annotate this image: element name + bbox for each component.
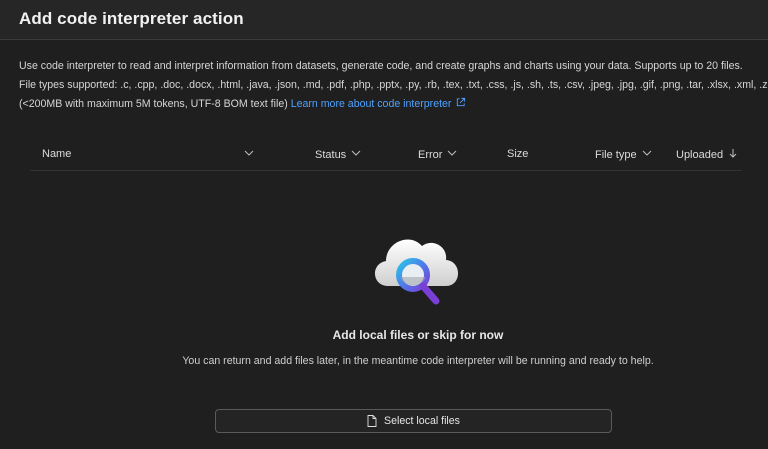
column-error-label: Error xyxy=(418,149,443,161)
column-uploaded-label: Uploaded xyxy=(676,149,724,161)
empty-state-subtitle: You can return and add files later, in t… xyxy=(182,355,654,367)
table-header: Name Status Error Size File type Uploade… xyxy=(30,140,742,171)
chevron-down-icon[interactable] xyxy=(244,148,254,158)
description-line-2: File types supported: .c, .cpp, .doc, .d… xyxy=(19,79,768,91)
description-line-1: Use code interpreter to read and interpr… xyxy=(19,60,743,72)
dialog-header: Add code interpreter action xyxy=(0,0,768,40)
select-local-files-label: Select local files xyxy=(384,415,460,427)
learn-more-link[interactable]: Learn more about code interpreter xyxy=(291,98,452,110)
dialog-title: Add code interpreter action xyxy=(19,9,244,28)
size-limit-text: (<200MB with maximum 5M tokens, UTF-8 BO… xyxy=(19,98,288,110)
chevron-down-icon xyxy=(642,150,651,156)
cloud-search-icon xyxy=(374,239,458,305)
column-name-label: Name xyxy=(42,148,72,160)
description-line-3: (<200MB with maximum 5M tokens, UTF-8 BO… xyxy=(19,95,759,114)
column-header-file-type[interactable]: File type xyxy=(595,148,652,161)
document-icon xyxy=(367,415,377,427)
description: Use code interpreter to read and interpr… xyxy=(19,57,768,114)
chevron-down-icon xyxy=(351,150,361,156)
column-header-uploaded[interactable]: Uploaded xyxy=(676,148,738,161)
column-header-size[interactable]: Size xyxy=(507,148,528,160)
select-local-files-button[interactable]: Select local files xyxy=(215,409,612,433)
empty-state-title: Add local files or skip for now xyxy=(332,328,504,342)
chevron-down-icon xyxy=(448,150,457,156)
arrow-down-icon xyxy=(729,149,737,158)
column-header-name[interactable]: Name xyxy=(42,148,71,160)
column-header-status[interactable]: Status xyxy=(315,148,361,161)
column-header-error[interactable]: Error xyxy=(418,148,457,161)
column-size-label: Size xyxy=(507,148,529,160)
external-link-icon[interactable] xyxy=(455,97,466,108)
column-file-type-label: File type xyxy=(595,149,637,161)
column-status-label: Status xyxy=(315,149,347,161)
